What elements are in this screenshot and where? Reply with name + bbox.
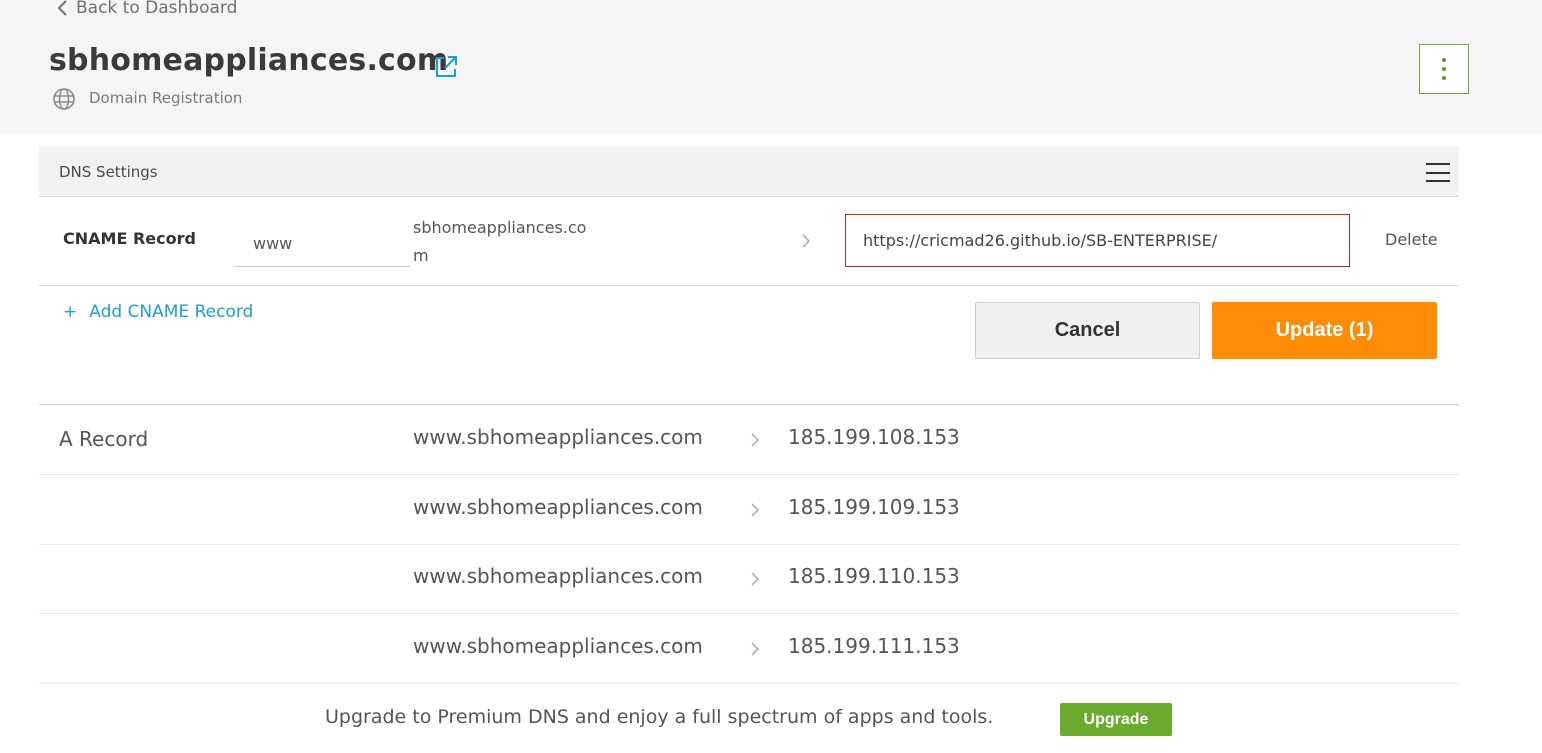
a-record-row: www.sbhomeappliances.com 185.199.111.153: [39, 614, 1459, 684]
chevron-left-icon: [57, 0, 67, 16]
a-record-row: www.sbhomeappliances.com 185.199.109.153: [39, 475, 1459, 545]
a-record-value: 185.199.108.153: [788, 425, 960, 449]
update-button[interactable]: Update (1): [1212, 302, 1437, 359]
globe-icon: [53, 88, 75, 110]
cname-host-input[interactable]: [235, 220, 410, 267]
kebab-menu-icon: [1442, 58, 1446, 62]
a-record-host: www.sbhomeappliances.com: [413, 495, 703, 519]
plus-icon: +: [63, 302, 78, 322]
dns-settings-title: DNS Settings: [59, 163, 158, 181]
a-record-host: www.sbhomeappliances.com: [413, 425, 703, 449]
a-record-row: www.sbhomeappliances.com 185.199.110.153: [39, 544, 1459, 614]
divider: [39, 285, 1459, 286]
hamburger-menu-icon[interactable]: [1426, 163, 1450, 182]
more-options-button[interactable]: [1419, 44, 1469, 94]
a-record-host: www.sbhomeappliances.com: [413, 634, 703, 658]
delete-cname-button[interactable]: Delete: [1385, 230, 1438, 249]
external-link-icon[interactable]: [434, 54, 459, 79]
premium-dns-promo: Upgrade to Premium DNS and enjoy a full …: [325, 706, 994, 728]
page-title: sbhomeappliances.com: [49, 43, 449, 78]
cname-target-input[interactable]: [845, 214, 1350, 267]
add-cname-record-link[interactable]: + Add CNAME Record: [63, 302, 253, 322]
add-cname-label: Add CNAME Record: [89, 302, 254, 322]
chevron-right-icon: [751, 433, 760, 447]
a-record-row: A Record www.sbhomeappliances.com 185.19…: [39, 405, 1459, 475]
a-record-value: 185.199.111.153: [788, 634, 960, 658]
upgrade-button[interactable]: Upgrade: [1060, 703, 1172, 736]
back-link-label: Back to Dashboard: [76, 0, 238, 18]
dns-settings-header: DNS Settings: [39, 146, 1459, 197]
cname-domain-suffix: sbhomeappliances.com: [413, 218, 587, 265]
a-record-value: 185.199.110.153: [788, 564, 960, 588]
a-record-type-label: A Record: [59, 427, 149, 451]
back-to-dashboard-link[interactable]: Back to Dashboard: [56, 0, 237, 18]
a-record-host: www.sbhomeappliances.com: [413, 564, 703, 588]
chevron-right-icon: [751, 642, 760, 656]
chevron-right-icon: [751, 572, 760, 586]
domain-type-label: Domain Registration: [89, 89, 243, 107]
a-record-value: 185.199.109.153: [788, 495, 960, 519]
cname-record-label: CNAME Record: [63, 229, 196, 248]
chevron-right-icon: [751, 503, 760, 517]
cancel-button[interactable]: Cancel: [975, 302, 1200, 359]
chevron-right-icon: [802, 234, 811, 248]
